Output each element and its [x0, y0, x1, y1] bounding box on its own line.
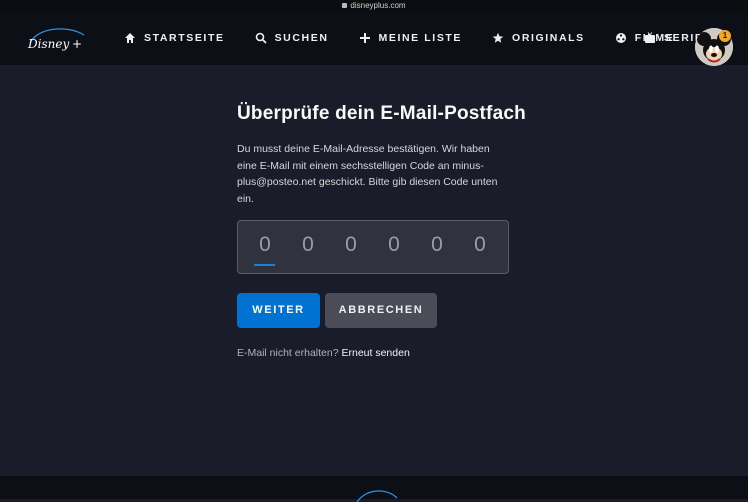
code-digit-2[interactable]: 0	[297, 233, 319, 257]
svg-text:Disney: Disney	[27, 37, 69, 51]
nav-overflow-clip: SERIEN	[640, 11, 700, 65]
nav-item-suchen[interactable]: SUCHEN	[255, 32, 329, 44]
plus-icon	[359, 33, 370, 43]
page-title: Überprüfe dein E-Mail-Postfach	[237, 103, 526, 124]
disney-plus-logo[interactable]: Disney +	[24, 23, 88, 55]
nav-item-meine-liste[interactable]: MEINE LISTE	[359, 32, 463, 44]
top-navigation: Disney + STARTSEITE SUCHEN MEINE LISTE O…	[0, 11, 748, 66]
code-digit-1[interactable]: 0	[254, 233, 276, 257]
star-icon	[492, 32, 504, 43]
code-digit-5[interactable]: 0	[426, 233, 448, 257]
verify-description: Du musst deine E-Mail-Adresse bestätigen…	[237, 143, 498, 205]
film-reel-icon	[615, 33, 626, 43]
code-digit-4[interactable]: 0	[383, 233, 405, 257]
code-digit-6[interactable]: 0	[469, 233, 491, 257]
cancel-button[interactable]: ABBRECHEN	[325, 293, 437, 328]
search-icon	[255, 32, 267, 44]
continue-button[interactable]: WEITER	[237, 293, 320, 328]
nav-label-originals: ORIGINALS	[512, 32, 585, 44]
nav-label-meine-liste: MEINE LISTE	[378, 32, 463, 44]
nav-item-startseite[interactable]: STARTSEITE	[124, 32, 225, 44]
code-digit-3[interactable]: 0	[340, 233, 362, 257]
verification-code-input[interactable]: 0 0 0 0 0 0	[237, 220, 509, 274]
nav-label-suchen: SUCHEN	[274, 32, 329, 44]
active-digit-underline	[254, 264, 275, 266]
nav-item-serien[interactable]: SERIEN	[644, 32, 700, 44]
url-text: disneyplus.com	[350, 1, 406, 10]
resend-link[interactable]: Erneut senden	[341, 347, 409, 359]
notification-badge: 1	[719, 30, 731, 42]
verify-email-panel: Überprüfe dein E-Mail-Postfach Du musst …	[237, 103, 527, 207]
nav-label-startseite: STARTSEITE	[144, 32, 225, 44]
home-icon	[125, 33, 135, 43]
nav-item-originals[interactable]: ORIGINALS	[492, 32, 585, 44]
resend-line: E-Mail nicht erhalten? Erneut senden	[237, 347, 410, 359]
tv-icon	[645, 32, 655, 43]
browser-url-bar[interactable]: disneyplus.com	[0, 0, 748, 11]
lock-icon	[342, 3, 348, 8]
svg-text:+: +	[72, 37, 82, 51]
resend-prompt: E-Mail nicht erhalten?	[237, 347, 339, 359]
footer-logo-arc	[356, 490, 398, 502]
